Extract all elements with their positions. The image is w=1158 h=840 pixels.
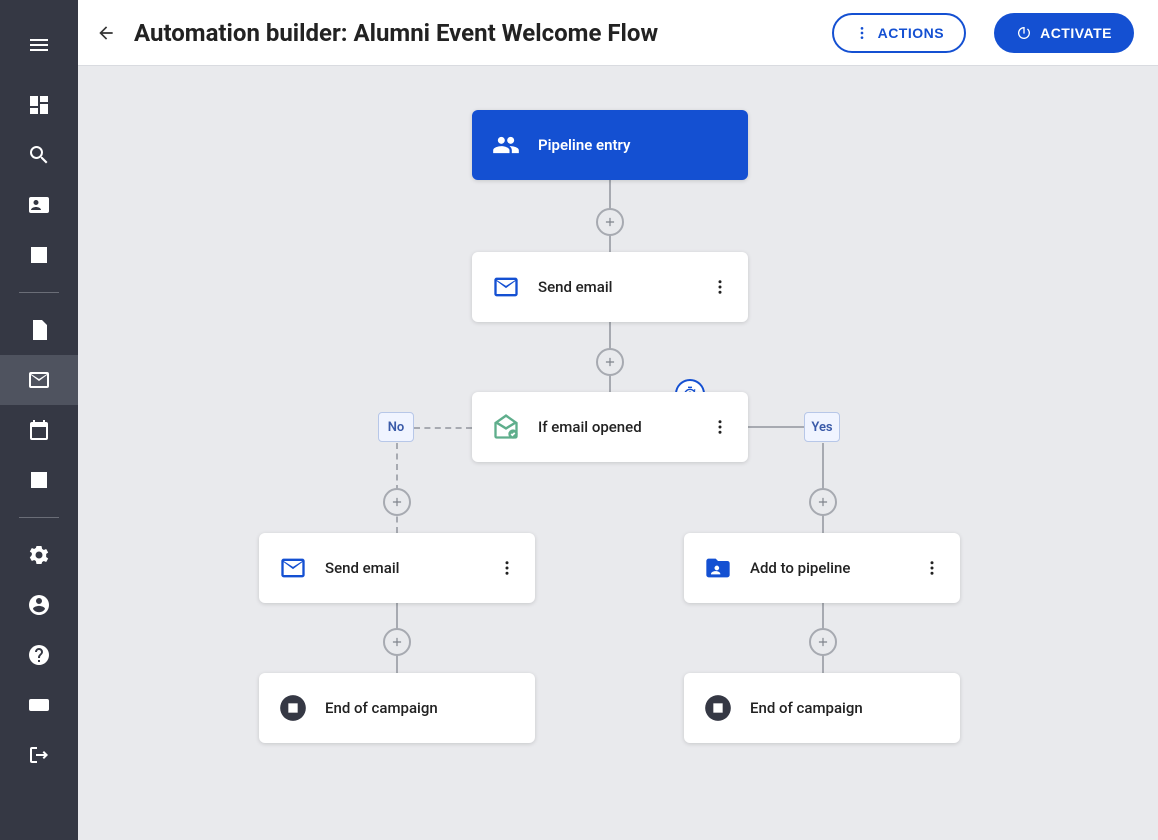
stop-icon bbox=[704, 694, 732, 722]
sidebar-settings[interactable] bbox=[0, 530, 78, 580]
back-arrow[interactable] bbox=[94, 21, 118, 45]
activate-button[interactable]: ACTIVATE bbox=[994, 13, 1134, 53]
sidebar-documents[interactable] bbox=[0, 305, 78, 355]
branch-tag-no[interactable]: No bbox=[378, 412, 414, 442]
add-step-button[interactable] bbox=[809, 628, 837, 656]
header-bar: Automation builder: Alumni Event Welcome… bbox=[78, 0, 1158, 66]
sidebar-logout[interactable] bbox=[0, 730, 78, 780]
email-opened-icon bbox=[492, 413, 520, 441]
node-condition-email-opened[interactable]: If email opened bbox=[472, 392, 748, 462]
branch-tag-yes[interactable]: Yes bbox=[804, 412, 840, 442]
node-end-campaign-yes[interactable]: End of campaign bbox=[684, 673, 960, 743]
sidebar-search[interactable] bbox=[0, 130, 78, 180]
node-menu[interactable] bbox=[495, 556, 519, 580]
sidebar-keyboard[interactable] bbox=[0, 680, 78, 730]
more-vert-icon bbox=[854, 25, 870, 41]
node-label: Send email bbox=[538, 278, 690, 296]
flow-canvas[interactable]: Pipeline entry Send email bbox=[78, 66, 1158, 840]
add-step-button[interactable] bbox=[596, 348, 624, 376]
node-label: Pipeline entry bbox=[538, 136, 732, 154]
page-title: Automation builder: Alumni Event Welcome… bbox=[134, 19, 816, 47]
node-send-email-2[interactable]: Send email bbox=[259, 533, 535, 603]
sidebar-calendar[interactable] bbox=[0, 405, 78, 455]
connector-dashed bbox=[414, 427, 472, 429]
sidebar-reports[interactable] bbox=[0, 230, 78, 280]
node-pipeline-entry[interactable]: Pipeline entry bbox=[472, 110, 748, 180]
sidebar-dashboard[interactable] bbox=[0, 80, 78, 130]
add-step-button[interactable] bbox=[596, 208, 624, 236]
node-menu[interactable] bbox=[708, 415, 732, 439]
email-icon bbox=[279, 554, 307, 582]
node-label: Send email bbox=[325, 559, 477, 577]
activate-label: ACTIVATE bbox=[1040, 25, 1112, 41]
sidebar-email[interactable] bbox=[0, 355, 78, 405]
node-label: End of campaign bbox=[325, 699, 519, 717]
actions-button[interactable]: ACTIONS bbox=[832, 13, 967, 53]
node-menu[interactable] bbox=[708, 275, 732, 299]
node-add-to-pipeline[interactable]: Add to pipeline bbox=[684, 533, 960, 603]
node-label: Add to pipeline bbox=[750, 559, 902, 577]
node-send-email-1[interactable]: Send email bbox=[472, 252, 748, 322]
node-label: End of campaign bbox=[750, 699, 944, 717]
node-menu[interactable] bbox=[920, 556, 944, 580]
power-icon bbox=[1016, 25, 1032, 41]
sidebar-hamburger[interactable] bbox=[0, 20, 78, 70]
node-end-campaign-no[interactable]: End of campaign bbox=[259, 673, 535, 743]
sidebar-list[interactable] bbox=[0, 455, 78, 505]
sidebar-divider-1 bbox=[19, 292, 59, 293]
pipeline-folder-icon bbox=[704, 554, 732, 582]
sidebar-profile[interactable] bbox=[0, 580, 78, 630]
add-step-button[interactable] bbox=[809, 488, 837, 516]
sidebar bbox=[0, 0, 78, 840]
sidebar-help[interactable] bbox=[0, 630, 78, 680]
actions-label: ACTIONS bbox=[878, 25, 945, 41]
sidebar-contacts[interactable] bbox=[0, 180, 78, 230]
email-icon bbox=[492, 273, 520, 301]
add-step-button[interactable] bbox=[383, 488, 411, 516]
sidebar-divider-2 bbox=[19, 517, 59, 518]
people-icon bbox=[492, 131, 520, 159]
connector bbox=[748, 426, 804, 428]
node-label: If email opened bbox=[538, 418, 690, 436]
stop-icon bbox=[279, 694, 307, 722]
add-step-button[interactable] bbox=[383, 628, 411, 656]
